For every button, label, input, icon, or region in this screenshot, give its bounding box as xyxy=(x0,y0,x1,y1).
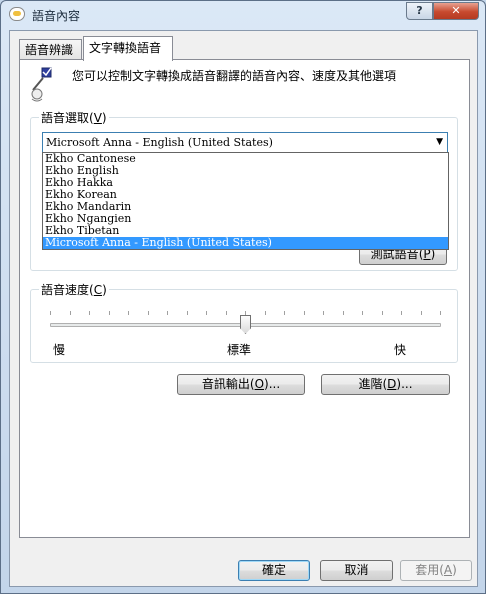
slider-tick xyxy=(401,311,402,315)
voice-select-value: Microsoft Anna - English (United States) xyxy=(46,136,273,149)
dropdown-arrow-icon[interactable]: ▼ xyxy=(436,133,443,152)
slider-tick xyxy=(89,311,90,315)
slider-tick xyxy=(50,311,51,315)
slider-tick xyxy=(284,311,285,315)
slider-tick xyxy=(109,311,110,315)
dialog-client-area: 語音辨識 文字轉換語音 您可以控制文字轉換成語音翻譯的語音內容、速度及其他選項 … xyxy=(9,30,478,587)
slider-tick xyxy=(245,311,246,315)
speech-bubble-icon xyxy=(9,7,25,21)
cancel-button[interactable]: 取消 xyxy=(320,560,393,581)
voice-selection-label: 語音選取(V) xyxy=(39,109,109,126)
advanced-button[interactable]: 進階(D)... xyxy=(321,374,450,395)
audio-output-button[interactable]: 音訊輸出(O)... xyxy=(177,374,305,395)
title-bar[interactable]: 語音內容 ? ✕ xyxy=(1,1,485,29)
dialog-window: 語音內容 ? ✕ 語音辨識 文字轉換語音 您可以控制文字轉換成語音翻譯的語音內容… xyxy=(0,0,486,594)
slider-tick xyxy=(343,311,344,315)
slider-tick xyxy=(206,311,207,315)
slider-tick xyxy=(167,311,168,315)
voice-option-selected[interactable]: Microsoft Anna - English (United States) xyxy=(43,237,448,249)
slider-tick xyxy=(440,311,441,315)
apply-button[interactable]: 套用(A) xyxy=(400,560,472,581)
slider-tick xyxy=(382,311,383,315)
speed-slow-label: 慢 xyxy=(53,343,66,357)
speech-pen-icon xyxy=(31,67,52,102)
slider-tick xyxy=(148,311,149,315)
slider-tick xyxy=(265,311,266,315)
voice-speed-label: 語音速度(C) xyxy=(39,281,109,298)
slider-tick xyxy=(226,311,227,315)
slider-tick xyxy=(128,311,129,315)
tab-speech-recognition[interactable]: 語音辨識 xyxy=(19,39,82,60)
slider-tick xyxy=(304,311,305,315)
speed-normal-label: 標準 xyxy=(227,343,252,357)
tab-text-to-speech[interactable]: 文字轉換語音 xyxy=(83,36,173,61)
ok-button[interactable]: 確定 xyxy=(238,560,310,581)
help-button[interactable]: ? xyxy=(406,2,433,20)
intro-text: 您可以控制文字轉換成語音翻譯的語音內容、速度及其他選項 xyxy=(72,69,397,83)
slider-tick xyxy=(187,311,188,315)
voice-dropdown-list[interactable]: Ekho Cantonese Ekho English Ekho Hakka E… xyxy=(42,152,449,250)
slider-tick xyxy=(70,311,71,315)
close-button[interactable]: ✕ xyxy=(433,2,479,20)
slider-ticks xyxy=(50,311,441,315)
speed-fast-label: 快 xyxy=(394,343,407,357)
voice-select[interactable]: Microsoft Anna - English (United States)… xyxy=(42,132,448,153)
slider-tick xyxy=(362,311,363,315)
window-title: 語音內容 xyxy=(32,9,81,23)
slider-tick xyxy=(323,311,324,315)
slider-tick xyxy=(421,311,422,315)
